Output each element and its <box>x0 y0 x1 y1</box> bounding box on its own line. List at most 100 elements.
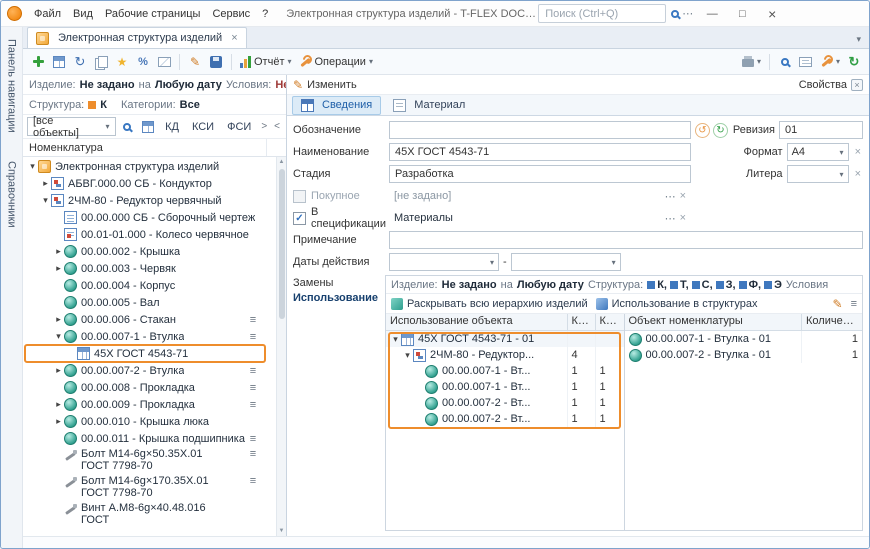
name-input[interactable]: 45Х ГОСТ 4543-71 <box>389 143 691 161</box>
operations-button[interactable]: Операции ▾ <box>296 52 376 72</box>
expander-icon[interactable]: ▸ <box>53 246 64 257</box>
tree-row[interactable]: ▾2ЧМ-80 - Редуктор червячный <box>23 192 276 209</box>
expander-icon[interactable]: ▾ <box>390 334 401 345</box>
tree-row[interactable]: 00.00.000 СБ - Сборочный чертеж <box>23 209 276 226</box>
column-header[interactable]: Объект номенклатуры <box>625 314 803 330</box>
copy-button[interactable] <box>91 52 111 72</box>
tree-search-button[interactable] <box>119 118 137 136</box>
favorites-button[interactable]: ★ <box>112 52 132 72</box>
document-tab[interactable]: Электронная структура изделий × <box>27 27 247 48</box>
usage-tree-row[interactable]: 00.00.007-2 - Вт...11 <box>386 395 624 411</box>
percent-button[interactable]: % <box>133 52 153 72</box>
usage-tree-row[interactable]: 00.00.007-1 - Вт...11 <box>386 363 624 379</box>
edit-button[interactable]: ✎ Изменить <box>293 78 357 92</box>
column-header[interactable]: Использование объекта <box>386 314 568 330</box>
inspec-clear-button[interactable]: × <box>680 212 686 224</box>
scroll-down-icon[interactable]: ▼ <box>279 526 285 536</box>
tree-row[interactable]: ▸00.00.009 - Прокладка≡ <box>23 396 276 413</box>
ksi-button[interactable]: КСИ <box>187 118 219 136</box>
history-button[interactable]: ↺ <box>695 123 710 138</box>
tree-row[interactable]: Винт А.М8-6g×40.48.016 ГОСТ <box>23 501 276 528</box>
usage-tree-row[interactable]: ▾2ЧМ-80 - Редуктор...4 <box>386 347 624 363</box>
collapse-panel-button[interactable]: < <box>272 121 282 132</box>
menu-item[interactable]: Вид <box>67 5 99 23</box>
categories-value[interactable]: Все <box>180 99 200 111</box>
expander-icon[interactable]: ▾ <box>402 350 413 361</box>
scroll-thumb[interactable] <box>279 169 285 319</box>
scroll-up-icon[interactable]: ▲ <box>279 157 285 167</box>
fsi-button[interactable]: ФСИ <box>222 118 256 136</box>
tree-row[interactable]: 00.01-01.000 - Колесо червячное <box>23 226 276 243</box>
revision-input[interactable]: 01 <box>779 121 863 139</box>
search-scope-button[interactable]: ⋯ <box>668 4 696 24</box>
tree-row[interactable]: 00.00.005 - Вал <box>23 294 276 311</box>
purchased-checkbox[interactable] <box>293 190 306 203</box>
maximize-button[interactable]: □ <box>728 3 756 25</box>
tab-close-icon[interactable]: × <box>231 32 237 44</box>
inspec-value-area[interactable]: Материалы ⋯ × <box>389 209 691 227</box>
row-menu-icon[interactable]: ≡ <box>246 475 260 487</box>
structure-value[interactable]: К <box>100 99 107 111</box>
menu-item[interactable]: Рабочие страницы <box>99 5 207 23</box>
usage-edit-icon[interactable]: ✎ <box>833 297 843 311</box>
tree-row[interactable]: 00.00.008 - Прокладка≡ <box>23 379 276 396</box>
tree-row[interactable]: 00.00.004 - Корпус <box>23 277 276 294</box>
tree-row[interactable]: ▸АБВГ.000.00 СБ - Кондуктор <box>23 175 276 192</box>
expander-icon[interactable]: ▸ <box>53 314 64 325</box>
refresh-tree-button[interactable]: ↻ <box>70 52 90 72</box>
tree-row[interactable]: 00.00.011 - Крышка подшипника≡ <box>23 430 276 447</box>
usage-section-label[interactable]: Использование <box>293 292 381 307</box>
column-header[interactable]: Ко... <box>596 314 624 330</box>
menu-item[interactable]: Сервис <box>206 5 256 23</box>
date-value[interactable]: Любую дату <box>155 79 222 91</box>
sidebar-tab[interactable]: Справочники <box>6 161 18 228</box>
edit-object-button[interactable]: ✎ <box>185 52 205 72</box>
row-menu-icon[interactable]: ≡ <box>246 365 260 377</box>
inspec-browse-button[interactable]: ⋯ <box>665 212 676 225</box>
card-button[interactable] <box>796 52 816 72</box>
refresh-button[interactable]: ↻ <box>844 52 864 72</box>
designation-input[interactable] <box>389 121 691 139</box>
row-menu-icon[interactable]: ≡ <box>246 382 260 394</box>
inspec-checkbox[interactable] <box>293 212 306 225</box>
properties-close-icon[interactable]: × <box>851 79 863 91</box>
expander-icon[interactable]: ▸ <box>53 263 64 274</box>
expander-icon[interactable]: ▸ <box>53 399 64 410</box>
close-button[interactable]: × <box>758 3 786 25</box>
purchased-clear-button[interactable]: × <box>680 190 686 202</box>
usage-in-structures-button[interactable]: Использование в структурах <box>596 298 758 310</box>
mail-button[interactable] <box>154 52 174 72</box>
usage-date-value[interactable]: Любую дату <box>517 279 584 291</box>
expander-icon[interactable]: ▸ <box>53 416 64 427</box>
minimize-button[interactable]: — <box>698 3 726 25</box>
replacements-section-label[interactable]: Замены <box>293 277 381 292</box>
tree-row[interactable]: Болт М14-6g×170.35Х.01 ГОСТ 7798-70≡ <box>23 474 276 501</box>
objects-filter-combo[interactable]: [все объекты] ▾ <box>27 117 116 136</box>
usage-product-value[interactable]: Не задано <box>442 279 497 291</box>
tree-row[interactable]: ▸00.00.007-2 - Втулка≡ <box>23 362 276 379</box>
row-menu-icon[interactable]: ≡ <box>246 314 260 326</box>
row-menu-icon[interactable]: ≡ <box>246 433 260 445</box>
tree-list-button[interactable] <box>139 118 157 136</box>
usage-tree-row[interactable]: ▾45Х ГОСТ 4543-71 - 01 <box>386 331 624 347</box>
tree-row[interactable]: ▾00.00.007-1 - Втулка≡ <box>23 328 276 345</box>
kd-button[interactable]: КД <box>160 118 184 136</box>
expand-hierarchy-button[interactable]: Раскрывать всю иерархию изделий <box>391 298 588 310</box>
row-menu-icon[interactable]: ≡ <box>246 331 260 343</box>
column-header[interactable]: Количест... <box>802 314 862 330</box>
save-button[interactable] <box>206 52 226 72</box>
expander-icon[interactable]: ▾ <box>53 331 64 342</box>
usage-object-row[interactable]: 00.00.007-1 - Втулка - 011 <box>625 331 863 347</box>
column-header[interactable]: Ко... <box>568 314 596 330</box>
tab-list-button[interactable]: ▾ <box>856 34 865 48</box>
sidebar-tab[interactable]: Панель навигации <box>6 39 18 133</box>
tree-row[interactable]: Болт М14-6g×50.35Х.01 ГОСТ 7798-70≡ <box>23 447 276 474</box>
conditions-value[interactable]: Не задано <box>275 79 286 91</box>
tree-row[interactable]: ▸00.00.002 - Крышка <box>23 243 276 260</box>
global-search-input[interactable]: Поиск (Ctrl+Q) <box>538 4 666 23</box>
tools-button[interactable]: ▾ <box>817 52 843 72</box>
expander-icon[interactable]: ▾ <box>40 195 51 206</box>
row-menu-icon[interactable]: ≡ <box>246 399 260 411</box>
purchased-browse-button[interactable]: ⋯ <box>665 190 676 203</box>
tree-scrollbar[interactable]: ▲ ▼ <box>276 157 286 536</box>
